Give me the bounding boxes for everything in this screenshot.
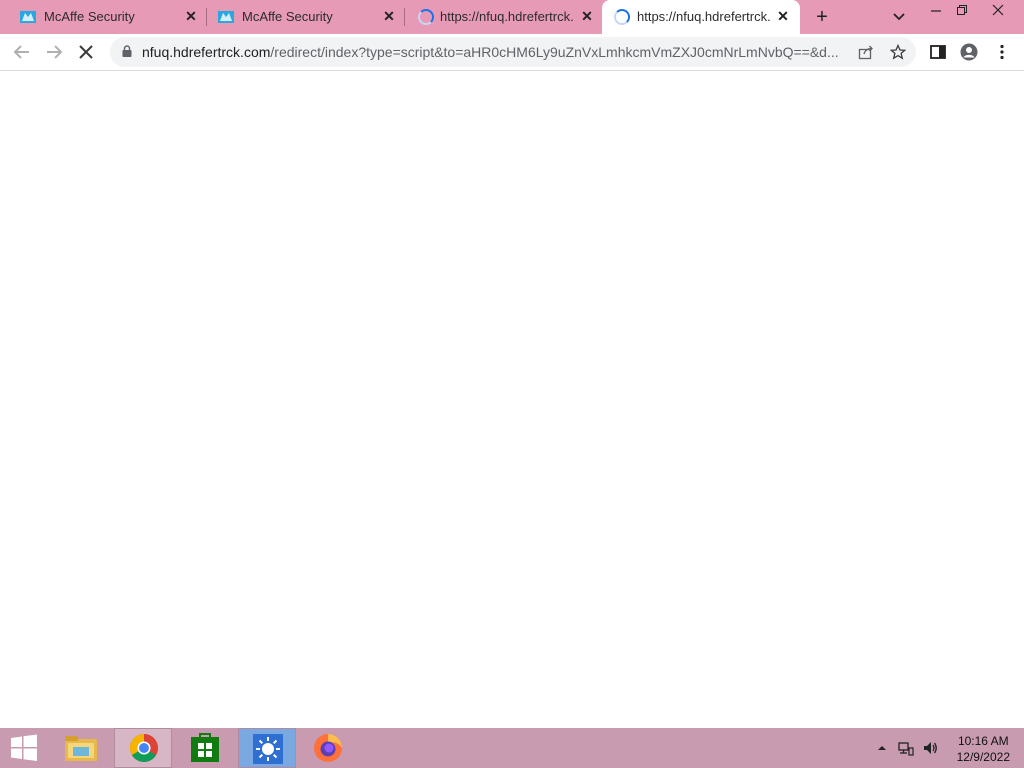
network-icon[interactable] <box>898 740 914 756</box>
tab-4-title: https://nfuq.hdrefertrck.c <box>637 9 771 24</box>
url-host: nfuq.hdrefertrck.com <box>142 44 271 60</box>
start-button[interactable] <box>0 728 48 768</box>
url-path: /redirect/index?type=script&to=aHR0cHM6L… <box>270 44 839 60</box>
loading-spinner-icon <box>614 9 630 25</box>
minimize-button[interactable] <box>922 0 950 30</box>
tab-2-close-icon[interactable]: ✕ <box>380 7 398 25</box>
share-icon[interactable] <box>858 44 874 60</box>
tab-2-title: McAffe Security <box>242 9 333 24</box>
tab-4-active[interactable]: https://nfuq.hdrefertrck.c ✕ <box>602 0 800 34</box>
taskbar-firefox[interactable] <box>300 728 358 768</box>
tab-strip: McAffe Security ✕ McAffe Security ✕ http… <box>0 0 1024 34</box>
forward-arrow-icon[interactable] <box>44 42 64 62</box>
mcafee-icon <box>20 11 36 23</box>
tab-3[interactable]: https://nfuq.hdrefertrck.c ✕ <box>404 0 602 34</box>
taskbar-chrome[interactable] <box>114 728 172 768</box>
firefox-icon <box>314 734 342 762</box>
tab-3-title: https://nfuq.hdrefertrck.c <box>440 9 574 24</box>
system-clock[interactable]: 10:16 AM 12/9/2022 <box>957 733 1010 765</box>
profile-avatar-icon[interactable] <box>960 43 978 61</box>
tab-3-close-icon[interactable]: ✕ <box>578 7 596 25</box>
volume-icon[interactable] <box>922 740 938 756</box>
bookmark-star-icon[interactable] <box>890 44 906 60</box>
show-hidden-icons-icon[interactable] <box>874 740 890 756</box>
close-icon <box>992 4 1004 16</box>
address-bar[interactable]: nfuq.hdrefertrck.com/redirect/index?type… <box>110 37 916 67</box>
store-icon <box>191 733 219 762</box>
page-content <box>0 71 1024 728</box>
loading-spinner-icon <box>418 9 434 25</box>
tab-4-close-icon[interactable]: ✕ <box>774 7 792 25</box>
lock-icon[interactable] <box>122 45 132 57</box>
tab-1-title: McAffe Security <box>44 9 135 24</box>
tab-1-close-icon[interactable]: ✕ <box>182 7 200 25</box>
minimize-icon <box>931 10 941 12</box>
restore-icon <box>957 5 967 15</box>
start-icon <box>11 734 37 761</box>
clock-date: 12/9/2022 <box>956 750 1010 764</box>
chrome-icon <box>130 734 158 762</box>
clock-time: 10:16 AM <box>957 734 1009 748</box>
back-arrow-icon[interactable] <box>12 42 32 62</box>
taskbar-store[interactable] <box>176 728 234 768</box>
taskbar: 10:16 AM 12/9/2022 <box>0 728 1024 768</box>
weather-app-icon <box>253 734 283 764</box>
tab-1[interactable]: McAffe Security ✕ <box>8 0 206 34</box>
restore-button[interactable] <box>948 0 976 30</box>
tab-2[interactable]: McAffe Security ✕ <box>206 0 404 34</box>
side-panel-icon[interactable] <box>929 43 947 61</box>
close-window-button[interactable] <box>984 0 1012 30</box>
browser-toolbar: nfuq.hdrefertrck.com/redirect/index?type… <box>0 34 1024 71</box>
new-tab-button[interactable]: + <box>812 7 832 27</box>
chevron-down-icon[interactable] <box>890 8 908 26</box>
taskbar-weather-app[interactable] <box>238 728 296 768</box>
url-text[interactable]: nfuq.hdrefertrck.com/redirect/index?type… <box>142 44 842 60</box>
more-menu-icon[interactable] <box>993 43 1011 61</box>
stop-loading-icon[interactable] <box>76 42 96 62</box>
mcafee-icon <box>218 11 234 23</box>
taskbar-file-explorer[interactable] <box>52 728 110 768</box>
file-explorer-icon <box>65 736 97 761</box>
